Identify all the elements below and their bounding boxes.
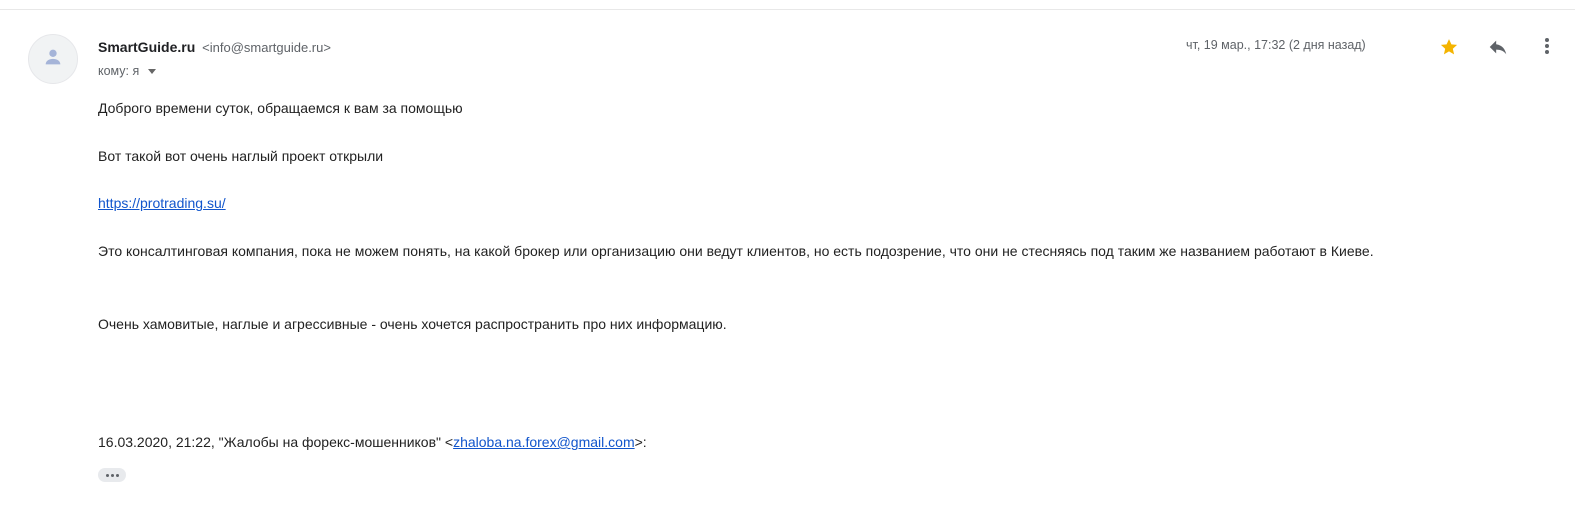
- sender-name[interactable]: SmartGuide.ru: [98, 39, 195, 55]
- message-paragraph: Вот такой вот очень наглый проект открыл…: [98, 148, 384, 164]
- sender-email[interactable]: <info@smartguide.ru>: [202, 40, 331, 55]
- person-icon: [42, 46, 64, 73]
- ellipsis-dot: [115, 473, 119, 477]
- quoted-header-prefix: 16.03.2020, 21:22, "Жалобы на форекс-мош…: [98, 434, 454, 450]
- quoted-header: 16.03.2020, 21:22, "Жалобы на форекс-мош…: [98, 431, 647, 453]
- recipient-toggle[interactable]: кому: я: [98, 64, 157, 78]
- protrading-link[interactable]: https://protrading.su/: [98, 195, 226, 211]
- more-options-button[interactable]: [1537, 36, 1557, 60]
- quoted-email-link[interactable]: zhaloba.na.forex@gmail.com: [453, 434, 635, 450]
- ellipsis-dot: [105, 473, 109, 477]
- reply-button[interactable]: [1486, 37, 1510, 61]
- sender-avatar[interactable]: [28, 34, 78, 84]
- ellipsis-dot: [110, 473, 114, 477]
- reply-icon: [1487, 36, 1509, 63]
- message-date: чт, 19 мар., 17:32 (2 дня назад): [1186, 38, 1366, 52]
- recipient-label: кому: я: [98, 64, 140, 78]
- sender-line: SmartGuide.ru <info@smartguide.ru>: [98, 38, 331, 57]
- message-paragraph: https://protrading.su/: [98, 192, 226, 214]
- quoted-header-suffix: >:: [634, 434, 647, 450]
- chevron-down-icon[interactable]: [148, 69, 157, 74]
- message-paragraph: Это консалтинговая компания, пока не мож…: [98, 243, 1374, 259]
- header-divider: [0, 9, 1575, 10]
- star-button[interactable]: [1437, 37, 1461, 61]
- message-paragraph: Доброго времени суток, обращаемся к вам …: [98, 100, 463, 116]
- show-trimmed-content-button[interactable]: [98, 468, 126, 482]
- star-icon: [1439, 37, 1459, 62]
- message-paragraph: Очень хамовитые, наглые и агрессивные - …: [98, 316, 727, 332]
- more-vert-icon: [1544, 36, 1550, 61]
